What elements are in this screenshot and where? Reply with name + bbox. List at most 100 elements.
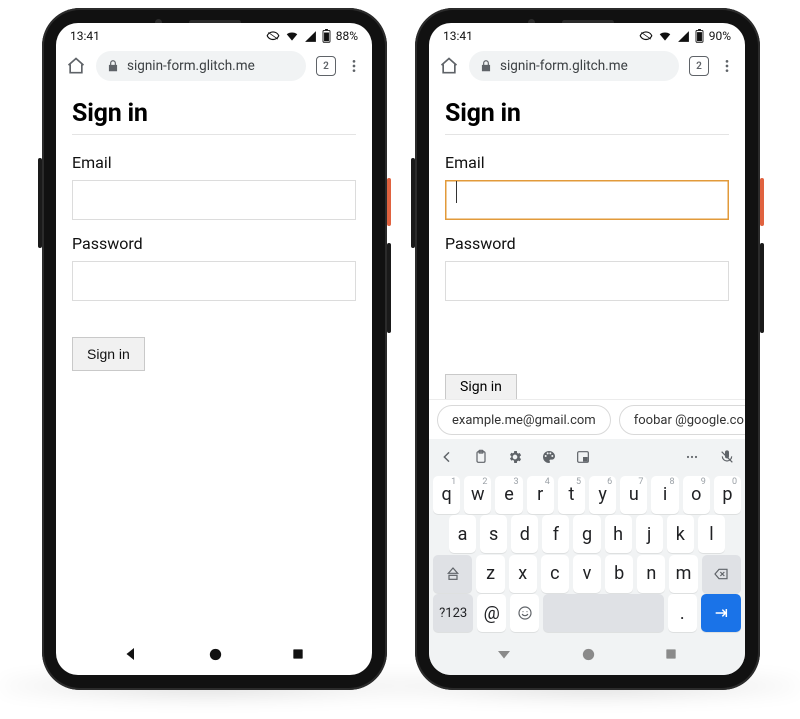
status-bar: 13:41 90% bbox=[429, 23, 745, 47]
page-title: Sign in bbox=[445, 99, 729, 128]
volume-button bbox=[38, 158, 42, 248]
home-icon[interactable] bbox=[439, 56, 459, 76]
screen-left: 13:41 88% signin-form.glitch.me 2 bbox=[56, 23, 372, 675]
nav-hide-keyboard-icon[interactable] bbox=[495, 645, 513, 663]
page-title: Sign in bbox=[72, 99, 356, 128]
key-p[interactable]: p0 bbox=[714, 476, 741, 514]
sign-in-button[interactable]: Sign in bbox=[72, 337, 145, 371]
chevron-left-icon[interactable] bbox=[439, 449, 455, 465]
key-j[interactable]: j bbox=[636, 515, 663, 553]
power-button-accent bbox=[760, 178, 764, 226]
wifi-icon bbox=[658, 29, 672, 43]
clipboard-icon[interactable] bbox=[473, 449, 489, 465]
mic-off-icon[interactable] bbox=[719, 449, 735, 465]
web-page: Sign in Email Password Sign in bbox=[429, 85, 745, 399]
status-icons: 90% bbox=[639, 29, 731, 43]
nav-home-icon[interactable] bbox=[207, 646, 224, 663]
kebab-menu-icon[interactable] bbox=[719, 58, 735, 74]
address-bar[interactable]: signin-form.glitch.me bbox=[96, 51, 306, 81]
float-icon[interactable] bbox=[575, 449, 591, 465]
key-a[interactable]: a bbox=[449, 515, 476, 553]
status-bar: 13:41 88% bbox=[56, 23, 372, 47]
palette-icon[interactable] bbox=[541, 449, 557, 465]
keyboard-row-4: ?123@. bbox=[429, 594, 745, 634]
keyboard-row-2: asdfghjkl bbox=[429, 515, 745, 555]
key-l[interactable]: l bbox=[698, 515, 725, 553]
battery-icon bbox=[322, 29, 331, 43]
clock: 13:41 bbox=[70, 29, 100, 43]
key-n[interactable]: n bbox=[637, 555, 665, 593]
home-icon[interactable] bbox=[66, 56, 86, 76]
eye-off-icon bbox=[639, 29, 653, 43]
keyboard-row-3: zxcvbnm bbox=[429, 554, 745, 594]
key-space[interactable] bbox=[543, 594, 664, 632]
password-label: Password bbox=[72, 234, 356, 253]
password-field[interactable] bbox=[445, 261, 729, 301]
key-g[interactable]: g bbox=[573, 515, 600, 553]
phone-left: 13:41 88% signin-form.glitch.me 2 bbox=[42, 8, 387, 690]
screen-right: 13:41 90% signin-form.glitch.me 2 bbox=[429, 23, 745, 675]
autofill-chip[interactable]: foobar @google.co bbox=[619, 405, 745, 435]
tabs-button[interactable]: 2 bbox=[689, 56, 709, 76]
key-u[interactable]: u7 bbox=[620, 476, 647, 514]
web-page: Sign in Email Password Sign in bbox=[56, 85, 372, 371]
key-emoji[interactable] bbox=[510, 594, 539, 632]
address-bar[interactable]: signin-form.glitch.me bbox=[469, 51, 679, 81]
key-f[interactable]: f bbox=[542, 515, 569, 553]
key-z[interactable]: z bbox=[476, 555, 504, 593]
key-d[interactable]: d bbox=[511, 515, 538, 553]
android-navbar bbox=[429, 633, 745, 675]
key-t[interactable]: t5 bbox=[558, 476, 585, 514]
tabs-count: 2 bbox=[696, 61, 702, 72]
password-label: Password bbox=[445, 234, 729, 253]
key-s[interactable]: s bbox=[480, 515, 507, 553]
nav-recent-icon[interactable] bbox=[290, 646, 306, 662]
lock-icon bbox=[479, 59, 493, 73]
autofill-chip[interactable]: example.me@gmail.com bbox=[437, 405, 611, 435]
key-symbols[interactable]: ?123 bbox=[433, 594, 473, 632]
email-label: Email bbox=[445, 153, 729, 172]
email-label: Email bbox=[72, 153, 356, 172]
email-field[interactable] bbox=[445, 180, 729, 220]
key-v[interactable]: v bbox=[573, 555, 601, 593]
key-period[interactable]: . bbox=[668, 594, 697, 632]
key-k[interactable]: k bbox=[667, 515, 694, 553]
key-i[interactable]: i8 bbox=[651, 476, 678, 514]
phone-right: 13:41 90% signin-form.glitch.me 2 bbox=[415, 8, 760, 690]
kebab-menu-icon[interactable] bbox=[346, 58, 362, 74]
nav-home-icon[interactable] bbox=[580, 646, 597, 663]
nav-recent-icon[interactable] bbox=[663, 646, 679, 662]
key-backspace[interactable] bbox=[702, 555, 741, 593]
key-e[interactable]: e3 bbox=[495, 476, 522, 514]
tabs-button[interactable]: 2 bbox=[316, 56, 336, 76]
side-button bbox=[387, 243, 391, 333]
key-w[interactable]: w2 bbox=[464, 476, 491, 514]
autofill-suggestion-bar: example.me@gmail.com foobar @google.co bbox=[429, 399, 745, 444]
keyboard-row-1: q1w2e3r4t5y6u7i8o9p0 bbox=[429, 475, 745, 515]
key-m[interactable]: m bbox=[669, 555, 697, 593]
key-shift[interactable] bbox=[433, 555, 472, 593]
key-q[interactable]: q1 bbox=[433, 476, 460, 514]
sign-in-button[interactable]: Sign in bbox=[445, 374, 517, 399]
key-o[interactable]: o9 bbox=[683, 476, 710, 514]
clock: 13:41 bbox=[443, 29, 473, 43]
email-field[interactable] bbox=[72, 180, 356, 220]
nav-back-icon[interactable] bbox=[122, 645, 140, 663]
key-enter[interactable] bbox=[701, 594, 741, 632]
soft-keyboard: q1w2e3r4t5y6u7i8o9p0 asdfghjkl zxcvbnm ?… bbox=[429, 439, 745, 633]
gear-icon[interactable] bbox=[507, 449, 523, 465]
key-at[interactable]: @ bbox=[477, 594, 506, 632]
key-b[interactable]: b bbox=[605, 555, 633, 593]
keyboard-toolbar bbox=[429, 439, 745, 475]
more-icon[interactable] bbox=[683, 449, 701, 465]
signal-icon bbox=[677, 30, 690, 43]
key-h[interactable]: h bbox=[605, 515, 632, 553]
browser-toolbar: signin-form.glitch.me 2 bbox=[56, 47, 372, 85]
password-field[interactable] bbox=[72, 261, 356, 301]
key-x[interactable]: x bbox=[509, 555, 537, 593]
eye-off-icon bbox=[266, 29, 280, 43]
key-r[interactable]: r4 bbox=[527, 476, 554, 514]
canvas: 13:41 88% signin-form.glitch.me 2 bbox=[0, 0, 800, 719]
key-c[interactable]: c bbox=[541, 555, 569, 593]
key-y[interactable]: y6 bbox=[589, 476, 616, 514]
